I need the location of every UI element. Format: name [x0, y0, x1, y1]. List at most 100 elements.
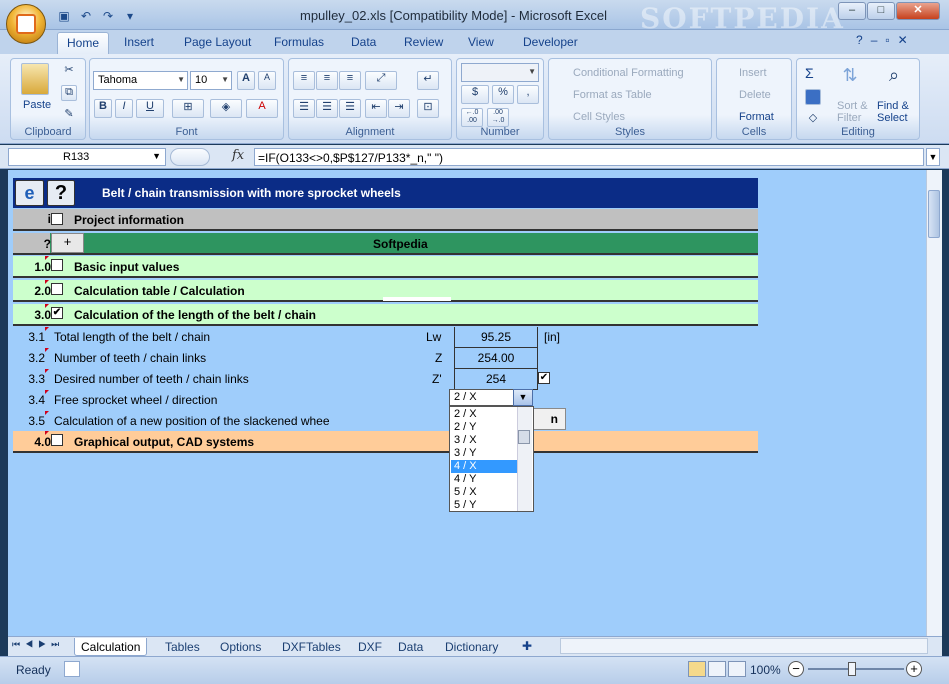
- align-center-icon[interactable]: ☰: [316, 99, 338, 118]
- sheet-tab-dxftables[interactable]: DXFTables: [276, 638, 347, 656]
- align-top-icon[interactable]: ≡: [293, 71, 315, 90]
- formula-bar-expand-handle[interactable]: [170, 148, 210, 166]
- list-item-selected[interactable]: 4 / X: [451, 460, 517, 473]
- section-checkbox[interactable]: [51, 434, 63, 446]
- align-middle-icon[interactable]: ≡: [316, 71, 338, 90]
- increase-indent-icon[interactable]: ⇥: [388, 99, 410, 118]
- filter-label[interactable]: Filter: [837, 112, 861, 124]
- formula-input[interactable]: =IF(O133<>0,$P$127/P133*_n," "): [254, 148, 924, 166]
- decrease-decimal-button[interactable]: .00 →.0: [487, 108, 509, 127]
- zoom-out-icon[interactable]: −: [788, 661, 804, 677]
- ribbon-minimize-icon[interactable]: –: [871, 33, 878, 47]
- dropdown-scrollbar[interactable]: [517, 407, 532, 511]
- percent-button[interactable]: %: [492, 85, 514, 104]
- comma-button[interactable]: ,: [517, 85, 539, 104]
- format-painter-icon[interactable]: ✎: [61, 107, 77, 123]
- bold-button[interactable]: B: [94, 99, 112, 118]
- zoom-slider-handle[interactable]: [848, 662, 856, 676]
- delete-cells-button[interactable]: Delete: [739, 89, 771, 101]
- section-checkbox[interactable]: ✔: [51, 307, 63, 319]
- list-item[interactable]: 3 / X: [451, 434, 517, 447]
- insert-cells-button[interactable]: Insert: [739, 67, 767, 79]
- undo-icon[interactable]: ↶: [78, 8, 94, 24]
- align-left-icon[interactable]: ☰: [293, 99, 315, 118]
- value-cell[interactable]: 95.25: [454, 327, 538, 348]
- shrink-font-button[interactable]: A: [258, 71, 276, 90]
- page-break-view-icon[interactable]: [728, 661, 746, 677]
- align-right-icon[interactable]: ☰: [339, 99, 361, 118]
- tab-insert[interactable]: Insert: [124, 35, 154, 49]
- currency-button[interactable]: $: [461, 85, 489, 104]
- horizontal-scrollbar[interactable]: [560, 638, 928, 654]
- italic-button[interactable]: I: [115, 99, 133, 118]
- paste-icon[interactable]: [21, 63, 49, 95]
- tab-review[interactable]: Review: [404, 35, 443, 49]
- normal-view-icon[interactable]: [688, 661, 706, 677]
- conditional-formatting-button[interactable]: Conditional Formatting: [573, 67, 684, 79]
- align-bottom-icon[interactable]: ≡: [339, 71, 361, 90]
- underline-button[interactable]: U: [136, 99, 164, 118]
- clear-icon[interactable]: ◇: [805, 111, 821, 127]
- desired-teeth-checkbox[interactable]: ✔: [538, 372, 550, 384]
- grow-font-button[interactable]: A: [237, 71, 255, 90]
- office-button[interactable]: [6, 4, 46, 44]
- chevron-down-icon[interactable]: ▼: [513, 389, 533, 406]
- insert-sheet-icon[interactable]: ✚: [522, 639, 532, 653]
- expand-formula-icon[interactable]: ▼: [926, 148, 940, 166]
- sheet-tab-dictionary[interactable]: Dictionary: [439, 638, 504, 656]
- sheet-tab-calculation[interactable]: Calculation: [74, 638, 148, 656]
- zoom-in-icon[interactable]: +: [906, 661, 922, 677]
- merge-cells-icon[interactable]: ⊡: [417, 99, 439, 118]
- zoom-slider-track[interactable]: [808, 668, 904, 670]
- name-box[interactable]: R133 ▼: [8, 148, 166, 166]
- redo-icon[interactable]: ↷: [100, 8, 116, 24]
- list-item[interactable]: 2 / Y: [451, 421, 517, 434]
- dropdown-scroll-thumb[interactable]: [518, 430, 530, 444]
- maximize-button[interactable]: □: [867, 2, 895, 20]
- format-cells-button[interactable]: Format: [739, 111, 774, 123]
- increase-decimal-button[interactable]: ←.0 .00: [461, 108, 483, 127]
- customize-qat-icon[interactable]: ▾: [122, 8, 138, 24]
- tab-view[interactable]: View: [468, 35, 494, 49]
- paste-label[interactable]: Paste: [23, 99, 51, 111]
- number-format-select[interactable]: ▼: [461, 63, 539, 82]
- sort-label[interactable]: Sort &: [837, 100, 868, 112]
- list-item[interactable]: 2 / X: [451, 408, 517, 421]
- tab-page-layout[interactable]: Page Layout: [184, 35, 251, 49]
- tab-data[interactable]: Data: [351, 35, 376, 49]
- help-question-icon[interactable]: ?: [47, 180, 75, 206]
- value-cell[interactable]: 254.00: [454, 348, 538, 369]
- ribbon-close-icon[interactable]: ✕: [898, 33, 908, 47]
- vertical-scroll-thumb[interactable]: [928, 190, 940, 238]
- section-checkbox[interactable]: [51, 283, 63, 295]
- autosum-button[interactable]: Σ: [805, 65, 814, 81]
- fill-icon[interactable]: [805, 89, 821, 105]
- format-as-table-button[interactable]: Format as Table: [573, 89, 652, 101]
- macro-record-icon[interactable]: [64, 661, 80, 677]
- sheet-nav-arrows-icon[interactable]: ⏮◀▶⏭: [12, 639, 64, 650]
- tab-home[interactable]: Home: [57, 32, 110, 55]
- checkbox[interactable]: [51, 213, 63, 225]
- ie-browser-icon[interactable]: e: [15, 180, 44, 206]
- font-size-select[interactable]: 10 ▼: [190, 71, 232, 90]
- sheet-tab-tables[interactable]: Tables: [159, 638, 206, 656]
- font-name-select[interactable]: Tahoma ▼: [93, 71, 188, 90]
- close-button[interactable]: ✕: [896, 2, 940, 20]
- value-cell[interactable]: 254: [454, 369, 538, 390]
- page-layout-view-icon[interactable]: [708, 661, 726, 677]
- sheet-tab-data[interactable]: Data: [392, 638, 429, 656]
- list-item[interactable]: 5 / Y: [451, 499, 517, 512]
- ribbon-restore-icon[interactable]: ▫: [885, 33, 889, 47]
- find-binoculars-icon[interactable]: ⌕: [880, 65, 908, 93]
- zoom-level[interactable]: 100%: [750, 663, 781, 677]
- orientation-icon[interactable]: ⤢: [365, 71, 397, 90]
- tab-developer[interactable]: Developer: [523, 35, 578, 49]
- section-checkbox[interactable]: [51, 259, 63, 271]
- find-label[interactable]: Find &: [877, 100, 909, 112]
- save-icon[interactable]: ▣: [56, 8, 72, 24]
- borders-icon[interactable]: ⊞: [172, 99, 204, 118]
- help-icon[interactable]: ?: [856, 33, 863, 47]
- cut-icon[interactable]: ✂: [61, 63, 77, 79]
- sheet-tab-dxf[interactable]: DXF: [352, 638, 388, 656]
- insert-function-icon[interactable]: fx: [232, 148, 244, 163]
